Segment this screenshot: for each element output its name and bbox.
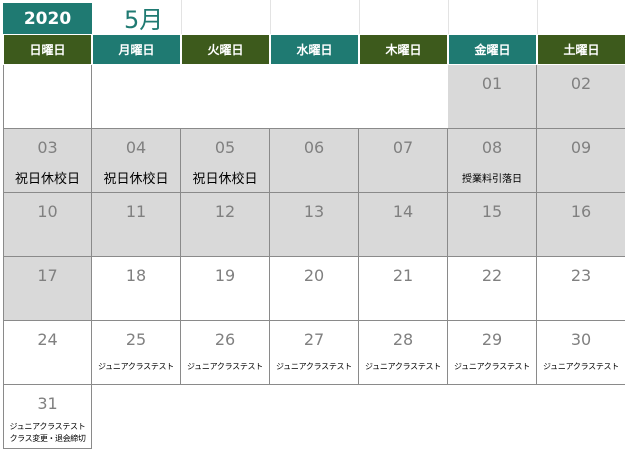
weekday-header[interactable]: 木曜日 [359,34,448,65]
grid-line [537,0,538,34]
day-number: 30 [570,330,592,349]
day-cell[interactable]: 23 [537,257,625,321]
empty-day-cell[interactable] [3,65,92,129]
empty-day-cell[interactable] [270,65,359,129]
day-cell[interactable]: 07 [359,129,448,193]
empty-day-cell[interactable] [359,65,448,129]
day-number: 26 [214,330,236,349]
day-grid: 01 02 03 祝日休校日 04 祝日休校日 05 祝日休校日 06 07 08 授業料引落日 09 1… [3,65,625,449]
day-cell[interactable]: 19 [181,257,270,321]
day-cell[interactable]: 13 [270,193,359,257]
day-cell[interactable]: 08 授業料引落日 [448,129,537,193]
weekday-header[interactable]: 月曜日 [92,34,181,65]
day-cell[interactable]: 30 ジュニアクラステスト [537,321,625,385]
event-note: ジュニアクラステスト [98,362,174,371]
day-cell[interactable]: 14 [359,193,448,257]
day-number: 13 [303,202,325,221]
day-number: 17 [37,266,58,285]
day-number: 03 [37,138,58,157]
day-number: 04 [125,138,147,157]
day-number: 22 [481,266,503,285]
day-number: 05 [214,138,236,157]
month-title[interactable]: 5月 [124,0,163,34]
weekday-header-row: 日曜日 月曜日 火曜日 水曜日 木曜日 金曜日 土曜日 [3,34,625,65]
day-number: 02 [570,74,592,93]
event-note: 祝日休校日 [14,172,80,187]
event-note: 祝日休校日 [103,172,169,187]
grid-line [181,0,182,34]
day-number: 21 [392,266,414,285]
day-number: 28 [392,330,414,349]
day-cell[interactable]: 04 祝日休校日 [92,129,181,193]
day-number: 20 [303,266,325,285]
day-cell[interactable]: 31 ジュニアクラステスト クラス変更・退会締切 [3,385,92,449]
event-note: クラス変更・退会締切 [9,434,86,443]
day-number: 11 [125,202,147,221]
day-cell[interactable]: 28 ジュニアクラステスト [359,321,448,385]
day-cell[interactable]: 02 [537,65,625,129]
day-number: 14 [392,202,414,221]
day-cell[interactable]: 05 祝日休校日 [181,129,270,193]
day-number: 15 [481,202,503,221]
day-cell[interactable]: 16 [537,193,625,257]
day-number: 24 [37,330,58,349]
day-cell[interactable]: 29 ジュニアクラステスト [448,321,537,385]
event-note: ジュニアクラステスト [365,362,441,371]
day-cell[interactable]: 11 [92,193,181,257]
day-number: 06 [303,138,325,157]
grid-line [448,0,449,34]
day-cell[interactable]: 22 [448,257,537,321]
day-number: 09 [570,138,592,157]
day-number: 12 [214,202,236,221]
weekday-header[interactable]: 水曜日 [270,34,359,65]
day-number: 07 [392,138,414,157]
day-cell[interactable]: 20 [270,257,359,321]
day-cell[interactable]: 18 [92,257,181,321]
day-cell[interactable]: 10 [3,193,92,257]
day-cell[interactable]: 01 [448,65,537,129]
event-note: ジュニアクラステスト [454,362,530,371]
event-note: ジュニアクラステスト [543,362,619,371]
day-cell[interactable]: 12 [181,193,270,257]
day-number: 27 [303,330,325,349]
day-number: 25 [125,330,147,349]
calendar-sheet: 2020 5月 日曜日 月曜日 火曜日 水曜日 木曜日 金曜日 土曜日 01 02 03 祝日休校… [0,0,625,449]
event-note: ジュニアクラステスト [9,422,86,431]
event-note: ジュニアクラステスト [187,362,263,371]
grid-line [359,0,360,34]
grid-line [270,0,271,34]
weekday-header[interactable]: 土曜日 [537,34,625,65]
empty-day-cell[interactable] [181,65,270,129]
day-number: 01 [481,74,503,93]
weekday-header[interactable]: 日曜日 [3,34,92,65]
day-cell[interactable]: 03 祝日休校日 [3,129,92,193]
day-cell[interactable]: 17 [3,257,92,321]
day-cell[interactable]: 25 ジュニアクラステスト [92,321,181,385]
day-number: 18 [125,266,147,285]
day-cell[interactable]: 27 ジュニアクラステスト [270,321,359,385]
day-cell[interactable]: 09 [537,129,625,193]
day-number: 31 [37,394,58,413]
day-cell[interactable]: 15 [448,193,537,257]
day-number: 23 [570,266,592,285]
day-cell[interactable]: 06 [270,129,359,193]
day-cell[interactable]: 26 ジュニアクラステスト [181,321,270,385]
day-number: 29 [481,330,503,349]
day-number: 16 [570,202,592,221]
event-note: 祝日休校日 [192,172,258,187]
event-note: ジュニアクラステスト [276,362,352,371]
weekday-header[interactable]: 火曜日 [181,34,270,65]
empty-day-cell[interactable] [92,65,181,129]
day-number: 19 [214,266,236,285]
year-cell[interactable]: 2020 [3,3,92,34]
day-number: 08 [481,138,503,157]
day-number: 10 [37,202,58,221]
weekday-header[interactable]: 金曜日 [448,34,537,65]
event-note: 授業料引落日 [462,174,522,185]
day-cell[interactable]: 24 [3,321,92,385]
day-cell[interactable]: 21 [359,257,448,321]
